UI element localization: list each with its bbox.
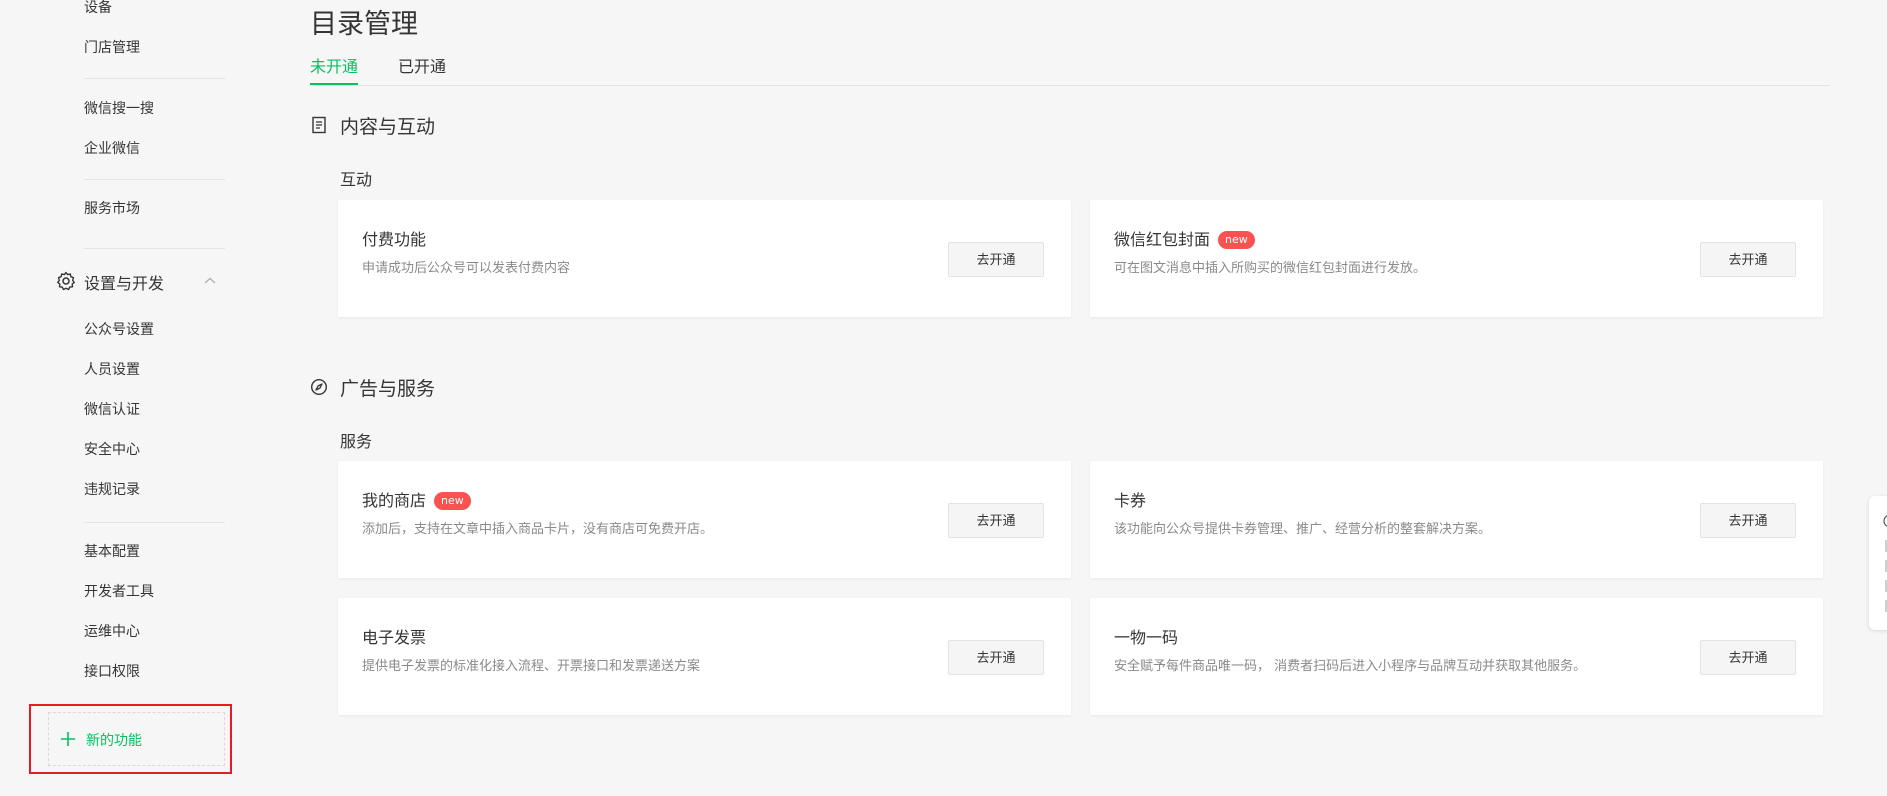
group-title-text: 广告与服务	[340, 378, 436, 400]
group-title-content-interaction: 内容与互动	[310, 112, 510, 138]
tab-enabled[interactable]: 已开通	[398, 56, 446, 85]
card-title: 卡券	[1114, 491, 1147, 510]
sidebar-item-service-market[interactable]: 服务市场	[84, 199, 140, 219]
main-content: 目录管理 未开通 已开通 内容与互动 互动 付费功能 申请成功后公众号可以发表付…	[310, 0, 1830, 796]
card-description: 提供电子发票的标准化接入流程、开票接口和发票递送方案	[362, 659, 701, 674]
card-description: 安全赋予每件商品唯一码， 消费者扫码后进入小程序与品牌互动并获取其他服务。	[1114, 659, 1587, 674]
card-title: 一物一码	[1114, 628, 1179, 647]
compass-icon	[310, 378, 328, 396]
enable-button[interactable]: 去开通	[948, 640, 1044, 675]
sidebar-item-staff-settings[interactable]: 人员设置	[84, 360, 140, 380]
sidebar-item-violation-records[interactable]: 违规记录	[84, 480, 140, 500]
sidebar-divider	[84, 522, 225, 523]
tab-not-enabled[interactable]: 未开通	[310, 56, 359, 85]
feature-card-my-store: 我的商店 new 添加后，支持在文章中插入商品卡片，没有商店可免费开店。 去开通	[338, 461, 1071, 578]
subgroup-title-interaction: 互动	[340, 170, 373, 189]
subgroup-title-services: 服务	[340, 432, 373, 451]
enable-button[interactable]: 去开通	[948, 242, 1044, 277]
enable-button[interactable]: 去开通	[1700, 242, 1796, 277]
sidebar-section-label: 设置与开发	[84, 274, 165, 293]
gear-icon	[57, 271, 75, 291]
document-icon	[312, 116, 326, 134]
feature-card-one-item-one-code: 一物一码 安全赋予每件商品唯一码， 消费者扫码后进入小程序与品牌互动并获取其他服…	[1090, 598, 1823, 715]
feature-card-e-invoice: 电子发票 提供电子发票的标准化接入流程、开票接口和发票递送方案 去开通	[338, 598, 1071, 715]
info-icon	[1883, 515, 1887, 527]
chevron-up-icon	[204, 277, 216, 284]
sidebar-item-basic-config[interactable]: 基本配置	[84, 542, 140, 562]
enable-button[interactable]: 去开通	[948, 503, 1044, 538]
sidebar-item-wechat-verification[interactable]: 微信认证	[84, 400, 140, 420]
new-function-label: 新的功能	[86, 733, 142, 749]
sidebar-item-security-center[interactable]: 安全中心	[84, 440, 140, 460]
sidebar-item-wecom[interactable]: 企业微信	[84, 139, 140, 159]
card-description: 添加后，支持在文章中插入商品卡片，没有商店可免费开店。	[362, 522, 714, 537]
sidebar-item-developer-tools[interactable]: 开发者工具	[84, 582, 154, 602]
feature-card-paid-content: 付费功能 申请成功后公众号可以发表付费内容 去开通	[338, 200, 1071, 317]
sidebar-item-wechat-search[interactable]: 微信搜一搜	[84, 99, 154, 119]
sidebar: 设备 门店管理 微信搜一搜 企业微信 服务市场 设置与开发 公众号设置 人员设置…	[0, 0, 254, 796]
card-title: 我的商店 new	[362, 487, 471, 511]
sidebar-divider	[84, 179, 225, 180]
card-description: 申请成功后公众号可以发表付费内容	[362, 261, 571, 276]
enable-button[interactable]: 去开通	[1700, 503, 1796, 538]
card-title: 付费功能	[362, 230, 427, 249]
card-title: 电子发票	[362, 628, 427, 647]
sidebar-section-settings-dev[interactable]: 设置与开发	[56, 269, 226, 293]
sidebar-divider	[84, 78, 225, 79]
enable-button[interactable]: 去开通	[1700, 640, 1796, 675]
sidebar-item-api-permissions[interactable]: 接口权限	[84, 662, 140, 682]
sidebar-item-store-management[interactable]: 门店管理	[84, 38, 140, 58]
floating-help-widget[interactable]	[1869, 496, 1887, 630]
tab-bar: 未开通 已开通	[310, 56, 1830, 86]
sidebar-item-ops-center[interactable]: 运维中心	[84, 622, 140, 642]
sidebar-divider	[84, 248, 225, 249]
card-description: 可在图文消息中插入所购买的微信红包封面进行发放。	[1114, 261, 1427, 276]
plus-icon	[61, 732, 75, 746]
new-badge: new	[434, 492, 471, 510]
group-title-ads-services: 广告与服务	[310, 374, 510, 400]
group-title-text: 内容与互动	[340, 116, 436, 138]
page-title: 目录管理	[310, 9, 418, 40]
new-function-button[interactable]: 新的功能	[48, 712, 225, 766]
sidebar-item-account-settings[interactable]: 公众号设置	[84, 320, 154, 340]
card-title: 微信红包封面 new	[1114, 226, 1255, 250]
new-badge: new	[1218, 231, 1255, 249]
feature-card-red-packet-cover: 微信红包封面 new 可在图文消息中插入所购买的微信红包封面进行发放。 去开通	[1090, 200, 1823, 317]
card-description: 该功能向公众号提供卡券管理、推广、经营分析的整套解决方案。	[1114, 522, 1492, 537]
feature-card-coupons: 卡券 该功能向公众号提供卡券管理、推广、经营分析的整套解决方案。 去开通	[1090, 461, 1823, 578]
sidebar-item-devices[interactable]: 设备	[84, 0, 112, 18]
